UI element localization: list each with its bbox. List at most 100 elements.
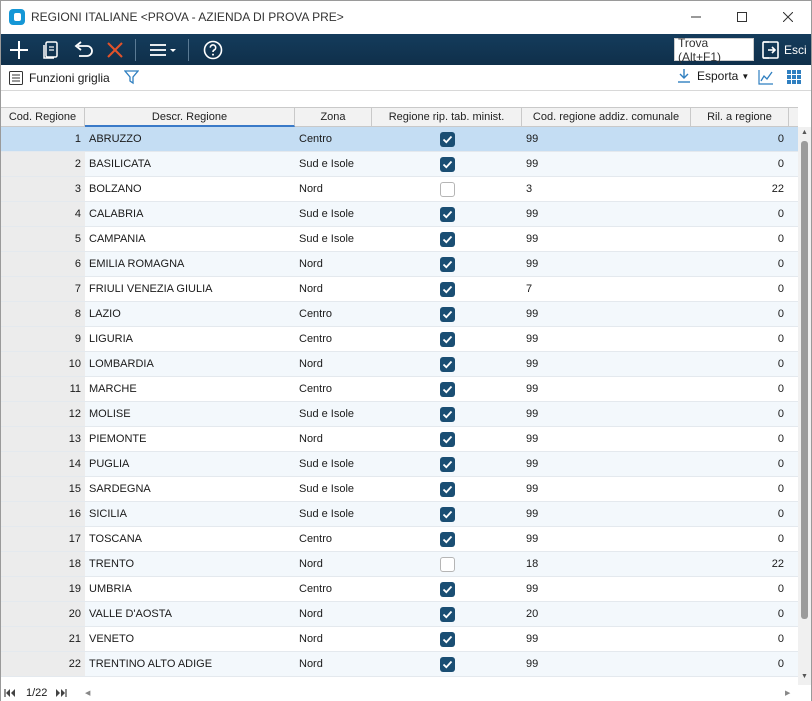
- checkbox-cell: [372, 377, 522, 401]
- scrollbar-thumb[interactable]: [801, 141, 808, 619]
- checkbox-cell: [372, 577, 522, 601]
- checkbox-checked[interactable]: [439, 231, 455, 247]
- table-row[interactable]: 16 SICILIA Sud e Isole 99 0: [1, 502, 798, 527]
- addiz-code-cell: 99: [526, 658, 539, 670]
- table-row[interactable]: 17 TOSCANA Centro 99 0: [1, 527, 798, 552]
- checkbox-checked[interactable]: [439, 506, 455, 522]
- grid-functions-label: Funzioni griglia: [29, 70, 110, 85]
- checkbox-checked[interactable]: [439, 356, 455, 372]
- ril-cell: 0: [777, 508, 784, 520]
- checkbox-checked[interactable]: [439, 656, 455, 672]
- chart-button[interactable]: [758, 69, 774, 88]
- checkbox-checked[interactable]: [439, 581, 455, 597]
- description-cell: LIGURIA: [89, 333, 134, 345]
- checkbox-checked[interactable]: [439, 156, 455, 172]
- checkbox-cell: [372, 127, 522, 151]
- help-button[interactable]: [199, 36, 227, 64]
- column-header[interactable]: Regione rip. tab. minist.: [372, 108, 522, 127]
- table-row[interactable]: 15 SARDEGNA Sud e Isole 99 0: [1, 477, 798, 502]
- checkbox-checked[interactable]: [439, 206, 455, 222]
- checkbox-checked[interactable]: [439, 431, 455, 447]
- scroll-right-icon[interactable]: ▶: [785, 689, 790, 697]
- search-button[interactable]: Trova (Alt+F1): [674, 36, 754, 64]
- checkbox-checked[interactable]: [439, 606, 455, 622]
- minimize-button[interactable]: [673, 1, 719, 33]
- checkbox-unchecked[interactable]: [439, 181, 455, 197]
- checkbox-checked[interactable]: [439, 481, 455, 497]
- maximize-button[interactable]: [719, 1, 765, 33]
- columns-button[interactable]: [787, 70, 801, 87]
- code-cell: 18: [1, 552, 85, 576]
- toolbar-separator: [188, 38, 189, 61]
- column-header[interactable]: Cod. regione addiz. comunale: [522, 108, 691, 127]
- vertical-scrollbar[interactable]: ▲ ▼: [798, 127, 811, 685]
- menu-button[interactable]: [146, 36, 182, 64]
- filter-button[interactable]: [123, 70, 139, 85]
- table-row[interactable]: 8 LAZIO Centro 99 0: [1, 302, 798, 327]
- table-row[interactable]: 1 ABRUZZO Centro 99 0: [1, 127, 798, 152]
- column-header[interactable]: Zona: [295, 108, 372, 127]
- last-page-button[interactable]: [55, 688, 68, 698]
- delete-button[interactable]: [101, 36, 129, 64]
- ril-cell: 0: [777, 333, 784, 345]
- checkbox-checked[interactable]: [439, 281, 455, 297]
- export-button[interactable]: Esporta ▼: [677, 69, 749, 83]
- checkbox-checked[interactable]: [439, 456, 455, 472]
- description-cell: PIEMONTE: [89, 433, 147, 445]
- table-row[interactable]: 2 BASILICATA Sud e Isole 99 0: [1, 152, 798, 177]
- table-row[interactable]: 12 MOLISE Sud e Isole 99 0: [1, 402, 798, 427]
- zone-cell: Nord: [299, 608, 323, 620]
- checkbox-cell: [372, 152, 522, 176]
- checkbox-checked[interactable]: [439, 306, 455, 322]
- exit-button[interactable]: Esci: [761, 38, 807, 61]
- table-row[interactable]: 13 PIEMONTE Nord 99 0: [1, 427, 798, 452]
- table-row[interactable]: 3 BOLZANO Nord 3 22: [1, 177, 798, 202]
- table-row[interactable]: 19 UMBRIA Centro 99 0: [1, 577, 798, 602]
- checkbox-checked[interactable]: [439, 381, 455, 397]
- application-window: REGIONI ITALIANE <PROVA - AZIENDA DI PRO…: [0, 0, 812, 701]
- table-row[interactable]: 18 TRENTO Nord 18 22: [1, 552, 798, 577]
- close-button[interactable]: [765, 1, 811, 33]
- checkbox-checked[interactable]: [439, 406, 455, 422]
- checkbox-checked[interactable]: [439, 631, 455, 647]
- table-row[interactable]: 14 PUGLIA Sud e Isole 99 0: [1, 452, 798, 477]
- checkbox-checked[interactable]: [439, 131, 455, 147]
- column-header[interactable]: Cod. Regione: [1, 108, 85, 127]
- description-cell: SICILIA: [89, 508, 127, 520]
- ril-cell: 0: [777, 533, 784, 545]
- table-row[interactable]: 20 VALLE D'AOSTA Nord 20 0: [1, 602, 798, 627]
- table-row[interactable]: 11 MARCHE Centro 99 0: [1, 377, 798, 402]
- column-header[interactable]: Descr. Regione: [85, 108, 295, 127]
- table-row[interactable]: 22 TRENTINO ALTO ADIGE Nord 99 0: [1, 652, 798, 677]
- table-row[interactable]: 5 CAMPANIA Sud e Isole 99 0: [1, 227, 798, 252]
- table-row[interactable]: 10 LOMBARDIA Nord 99 0: [1, 352, 798, 377]
- scroll-up-icon[interactable]: ▲: [801, 129, 808, 136]
- checkbox-checked[interactable]: [439, 331, 455, 347]
- grid-functions-button[interactable]: Funzioni griglia: [9, 70, 110, 85]
- scroll-down-icon[interactable]: ▼: [801, 673, 808, 680]
- table-row[interactable]: 4 CALABRIA Sud e Isole 99 0: [1, 202, 798, 227]
- minimize-icon: [691, 16, 701, 18]
- ril-cell: 0: [777, 633, 784, 645]
- new-button[interactable]: [5, 36, 33, 64]
- table-row[interactable]: 7 FRIULI VENEZIA GIULIA Nord 7 0: [1, 277, 798, 302]
- table-row[interactable]: 6 EMILIA ROMAGNA Nord 99 0: [1, 252, 798, 277]
- table-row[interactable]: 21 VENETO Nord 99 0: [1, 627, 798, 652]
- zone-cell: Nord: [299, 658, 323, 670]
- copy-button[interactable]: [37, 36, 65, 64]
- first-page-button[interactable]: [4, 688, 16, 698]
- zone-cell: Nord: [299, 283, 323, 295]
- column-header[interactable]: Ril. a regione: [691, 108, 789, 127]
- checkbox-checked[interactable]: [439, 256, 455, 272]
- addiz-code-cell: 99: [526, 358, 539, 370]
- undo-button[interactable]: [69, 36, 97, 64]
- ril-cell: 22: [771, 183, 784, 195]
- checkbox-checked[interactable]: [439, 531, 455, 547]
- table-row[interactable]: 9 LIGURIA Centro 99 0: [1, 327, 798, 352]
- addiz-code-cell: 99: [526, 133, 539, 145]
- code-cell: 3: [1, 177, 85, 201]
- scroll-left-icon[interactable]: ◀: [85, 689, 90, 697]
- ril-cell: 0: [777, 458, 784, 470]
- zone-cell: Sud e Isole: [299, 508, 355, 520]
- checkbox-unchecked[interactable]: [439, 556, 455, 572]
